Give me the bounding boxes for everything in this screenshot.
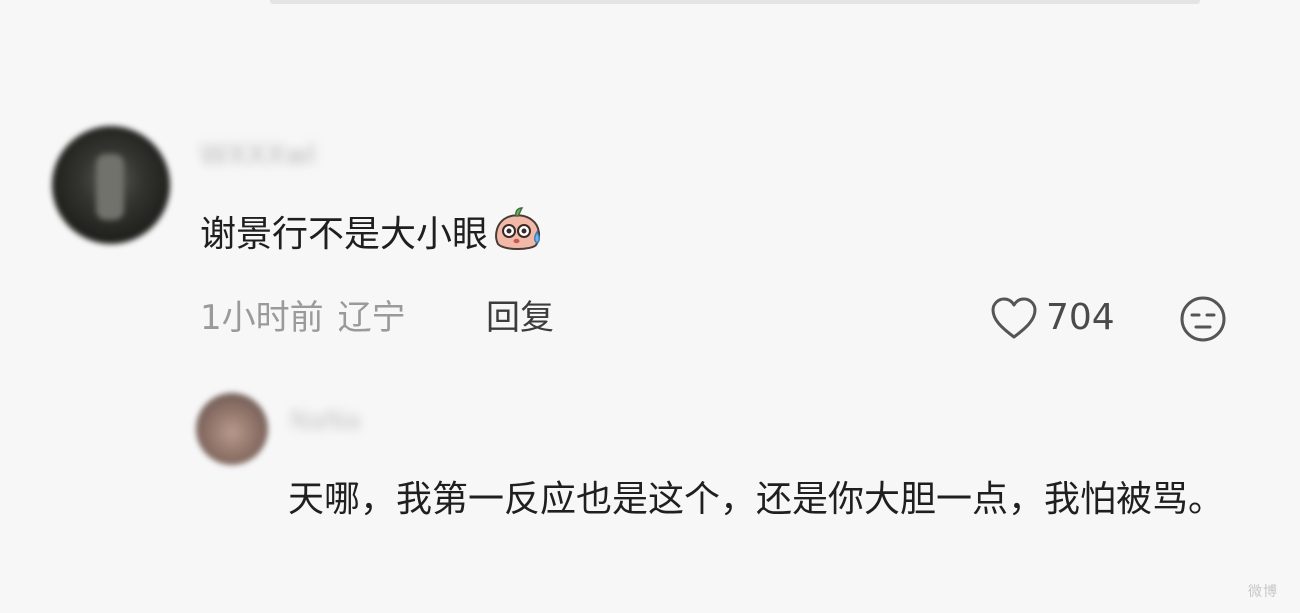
comment-location: 辽宁: [337, 298, 406, 338]
watermark: 微博: [1248, 584, 1278, 600]
avatar[interactable]: [52, 126, 170, 244]
comment-thread: WXXXwl 谢景行不是大小眼 1小时前 辽宁 回复 704 NaNa 天哪，我…: [0, 0, 1300, 613]
like-button[interactable]: 704: [988, 292, 1115, 344]
reply-avatar[interactable]: [196, 393, 268, 465]
heart-outline-icon: [991, 297, 1037, 339]
comment-text-content: 谢景行不是大小眼: [200, 214, 489, 255]
comment-text: 谢景行不是大小眼: [200, 206, 544, 262]
input-bar-edge: [270, 0, 1200, 4]
reply-username[interactable]: NaNa: [290, 404, 390, 438]
sweat-drop-face-icon: [490, 206, 544, 254]
avatar-figure: [96, 154, 124, 220]
unamused-face-icon: [1180, 296, 1226, 342]
comment-time: 1小时前: [200, 298, 324, 338]
comment-meta: 1小时前 辽宁: [200, 292, 406, 344]
reply-button[interactable]: 回复: [486, 292, 554, 344]
comment-username[interactable]: WXXXwl: [200, 140, 390, 170]
dislike-button[interactable]: [1178, 294, 1228, 344]
reply-text: 天哪，我第一反应也是这个，还是你大胆一点，我怕被骂。: [288, 479, 1225, 520]
like-count: 704: [1046, 297, 1115, 338]
